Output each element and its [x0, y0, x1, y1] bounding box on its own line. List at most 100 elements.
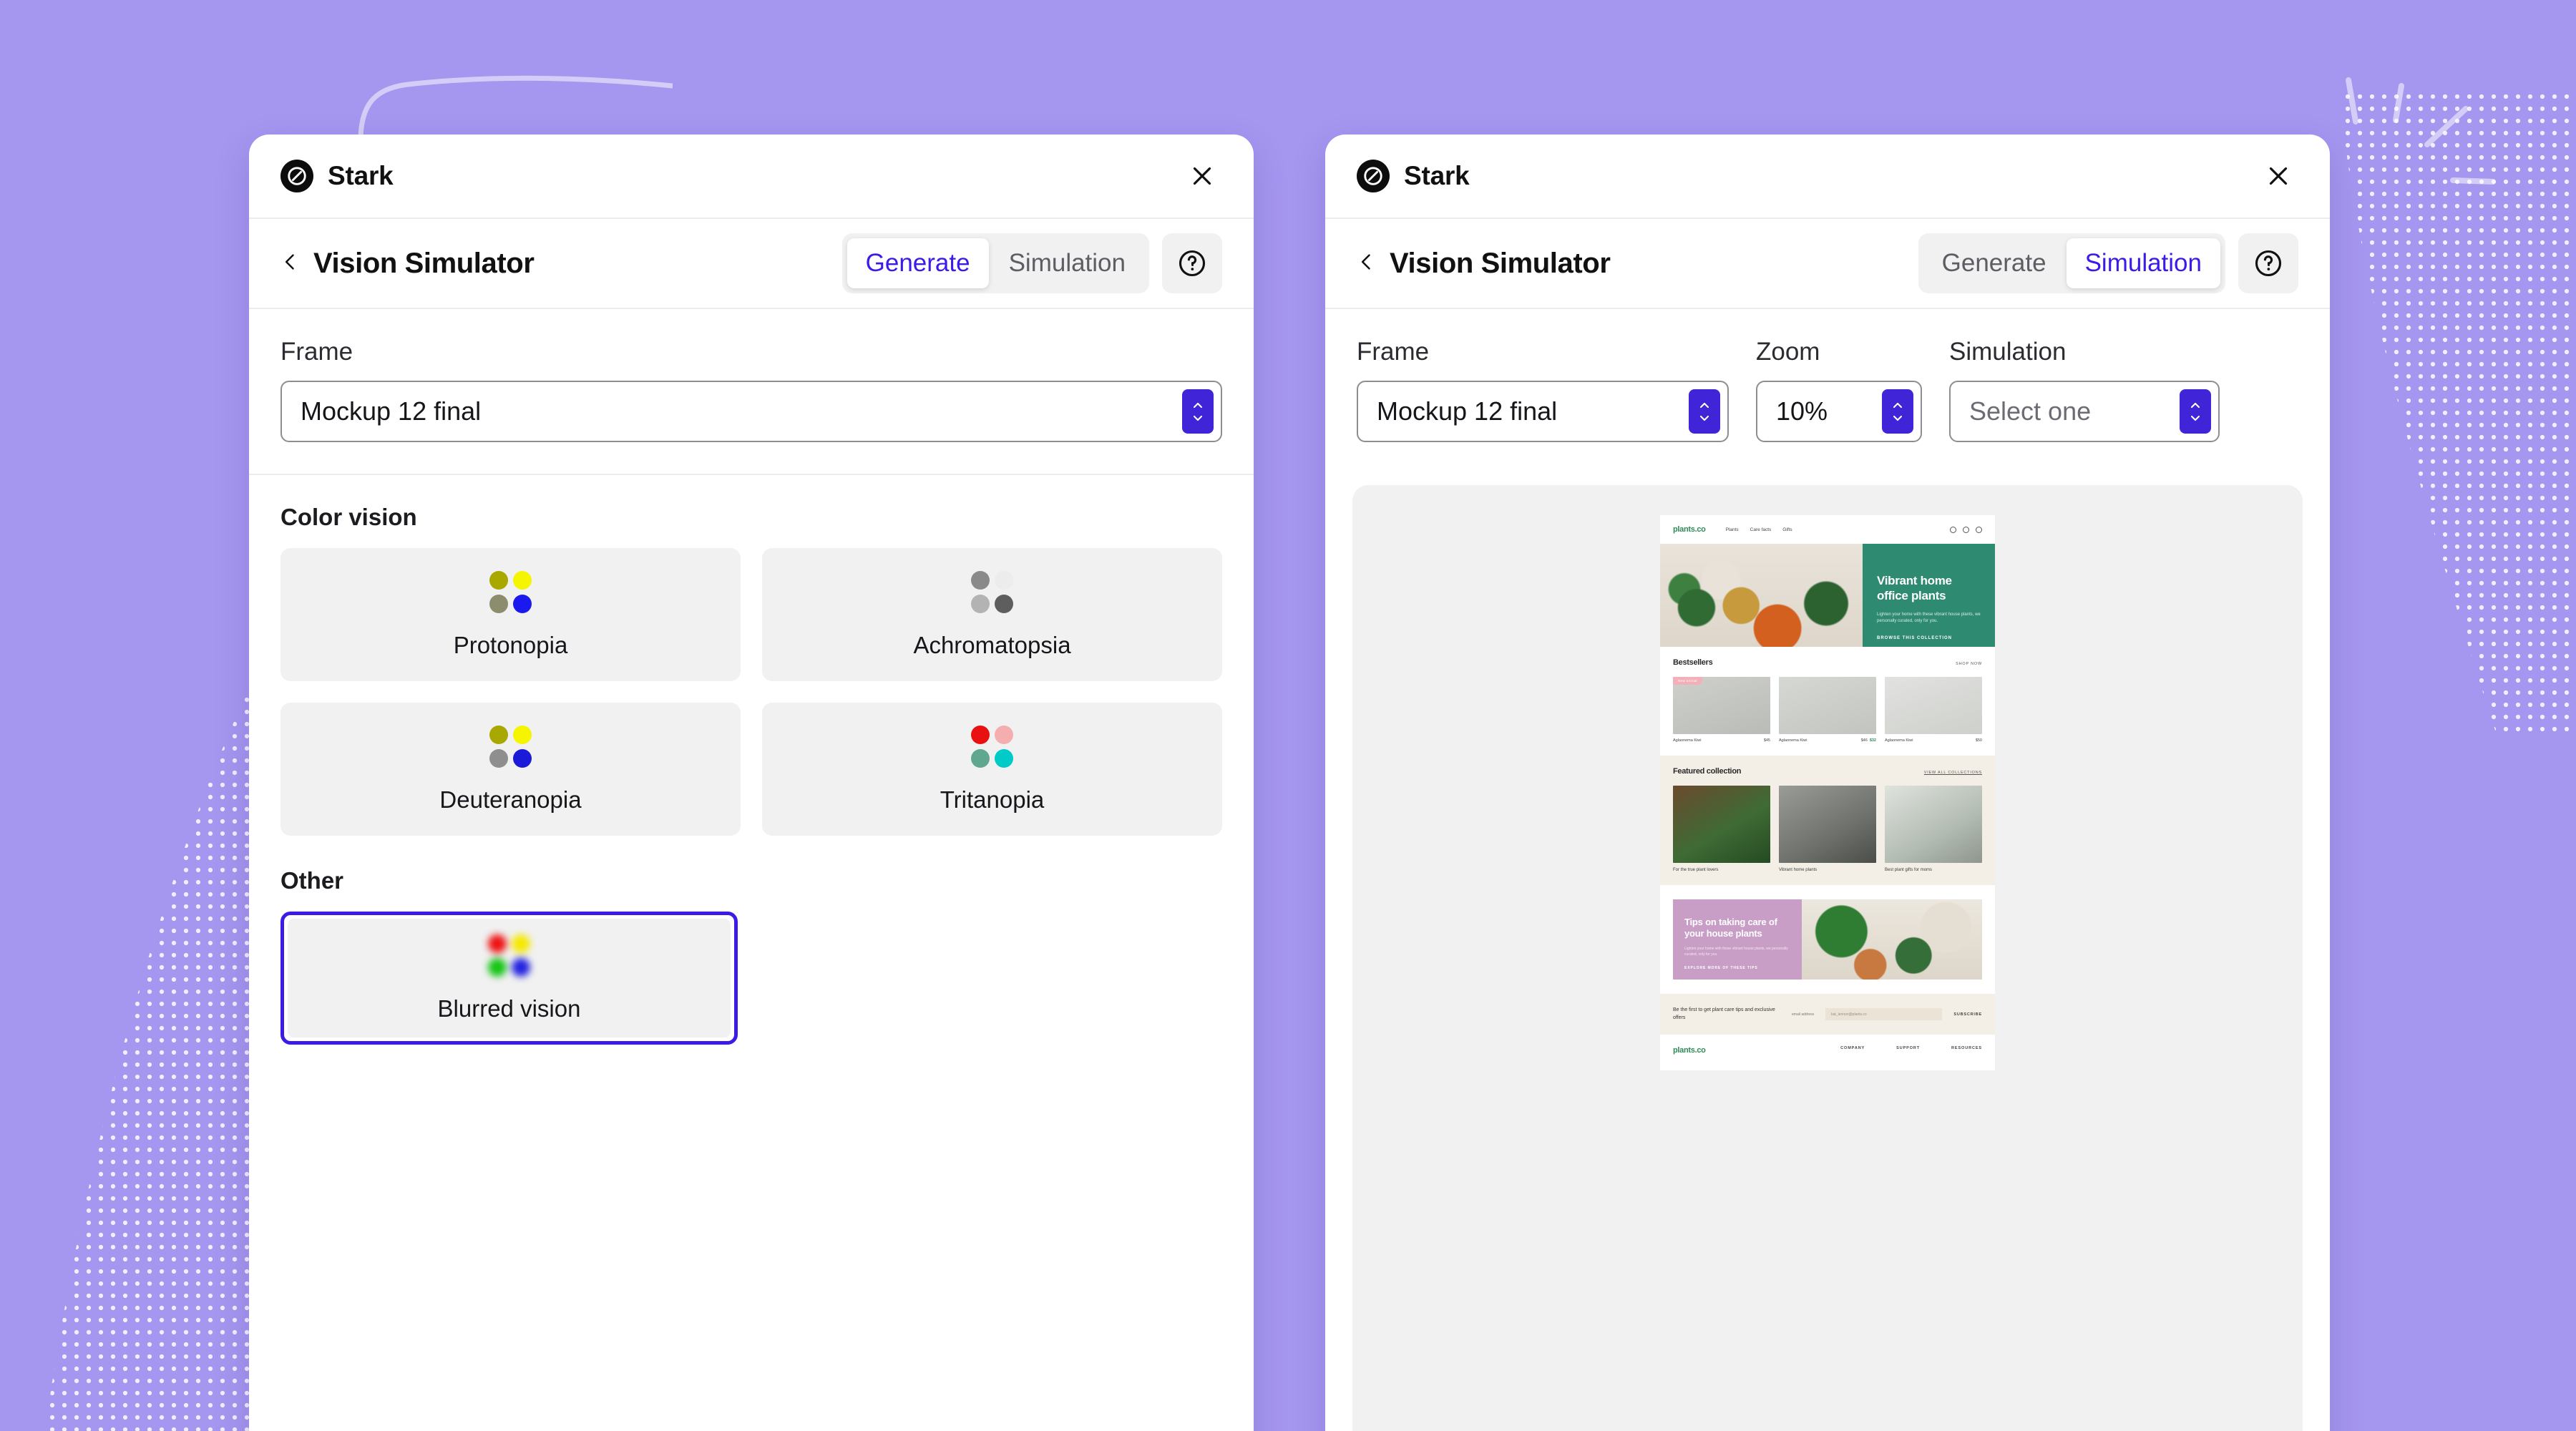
collection-caption: For the true plant lovers [1673, 868, 1719, 872]
collection-card[interactable]: Best plant gifts for moms [1885, 786, 1982, 872]
search-icon[interactable] [1963, 526, 1969, 533]
vision-option-achromatopsia[interactable]: Achromatopsia [762, 548, 1222, 681]
other-section: Other Blurred vision [249, 867, 1254, 1045]
tips-banner: Tips on taking care of your house plants… [1673, 899, 1982, 980]
back-button[interactable]: Vision Simulator [280, 248, 535, 280]
nav-link[interactable]: Care facts [1750, 527, 1772, 532]
featured-title: Featured collection [1673, 767, 1742, 776]
nav-link[interactable]: Gifts [1782, 527, 1792, 532]
tips-panel: Tips on taking care of your house plants… [1673, 899, 1802, 980]
vision-simulator-generate-panel: Stark Vision Simulator Generate Simulati… [249, 135, 1254, 1431]
cart-icon[interactable] [1976, 526, 1982, 533]
dot [489, 594, 508, 613]
color-vision-section: Color vision Protonopia Achromatopsia De… [249, 475, 1254, 867]
collection-caption: Vibrant home plants [1779, 868, 1818, 872]
dot [489, 570, 508, 590]
frame-select[interactable]: Mockup 12 final [1357, 381, 1729, 442]
chevron-left-icon [280, 252, 301, 275]
dot [512, 957, 530, 977]
product-meta: Aglaonema Kiwi $50 [1885, 738, 1982, 743]
tab-generate[interactable]: Generate [1923, 238, 2065, 288]
color-vision-cards: Protonopia Achromatopsia Deuteranopia Tr… [280, 548, 1222, 836]
hero-panel: Vibrant home office plants Lighten your … [1863, 544, 1995, 647]
zoom-select[interactable]: 10% [1756, 381, 1922, 442]
close-icon[interactable] [2258, 156, 2298, 196]
site-logo: plants.co [1673, 525, 1706, 534]
back-button[interactable]: Vision Simulator [1357, 248, 1611, 280]
tab-generate[interactable]: Generate [847, 238, 989, 288]
product-image [1885, 677, 1982, 734]
newsletter-email-input[interactable]: kat_lennon@plants.co [1825, 1008, 1943, 1020]
chevron-up-down-icon[interactable] [1689, 389, 1720, 434]
stark-logo-icon [280, 160, 313, 192]
close-icon[interactable] [1182, 156, 1222, 196]
product-price: $45 [1763, 738, 1770, 743]
chevron-up-down-icon[interactable] [1182, 389, 1214, 434]
tab-simulation[interactable]: Simulation [2066, 238, 2220, 288]
subscribe-button[interactable]: SUBSCRIBE [1953, 1012, 1982, 1017]
achromatopsia-dots-icon [971, 570, 1013, 613]
tritanopia-dots-icon [971, 725, 1013, 768]
nav-link[interactable]: Plants [1726, 527, 1739, 532]
dot [971, 748, 990, 768]
brand: Stark [1357, 160, 1470, 192]
vision-option-tritanopia[interactable]: Tritanopia [762, 703, 1222, 836]
product-meta: Aglaonema Kiwi $46 $32 [1779, 738, 1876, 743]
hero-cta-link[interactable]: BROWSE THIS COLLECTION [1877, 636, 1981, 640]
dot [995, 594, 1013, 613]
product-image: New arrival [1673, 677, 1770, 734]
globe-icon[interactable] [1950, 526, 1956, 533]
bestsellers-header: Bestsellers SHOP NOW [1673, 658, 1982, 667]
blurred-vision-dots-icon [488, 934, 530, 977]
tips-body: Lighten your home with these vibrant hou… [1684, 947, 1788, 957]
featured-grid: For the true plant lovers Vibrant home p… [1673, 786, 1982, 872]
tips-cta-link[interactable]: EXPLORE MORE OF THESE TIPS [1684, 966, 1790, 970]
dot [513, 725, 532, 744]
preview-stage[interactable]: plants.co Plants Care facts Gifts Vibran… [1352, 485, 2303, 1431]
dot [995, 570, 1013, 590]
vision-option-blurred-vision[interactable]: Blurred vision [280, 912, 738, 1045]
vision-option-label: Protonopia [453, 631, 568, 658]
right-toolbar: Vision Simulator Generate Simulation [1325, 219, 2330, 309]
shop-now-link[interactable]: SHOP NOW [1956, 662, 1982, 666]
vision-option-deuteranopia[interactable]: Deuteranopia [280, 703, 741, 836]
product-card[interactable]: Aglaonema Kiwi $50 [1885, 677, 1982, 743]
frame-label: Frame [280, 338, 353, 366]
dot [971, 594, 990, 613]
brand-name: Stark [1404, 161, 1470, 190]
frame-select[interactable]: Mockup 12 final [280, 381, 1222, 442]
chevron-up-down-icon[interactable] [2180, 389, 2211, 434]
product-card[interactable]: New arrival Aglaonema Kiwi $45 [1673, 677, 1770, 743]
simulation-controls: Frame Mockup 12 final Zoom 10% Simulatio… [1325, 309, 2330, 474]
simulation-select[interactable]: Select one [1949, 381, 2220, 442]
product-card[interactable]: Aglaonema Kiwi $46 $32 [1779, 677, 1876, 743]
vision-option-protonopia[interactable]: Protonopia [280, 548, 741, 681]
featured-collection-section: Featured collection VIEW ALL COLLECTIONS… [1660, 756, 1995, 885]
frame-control: Frame Mockup 12 final [1357, 338, 1729, 442]
tab-simulation[interactable]: Simulation [990, 238, 1144, 288]
mockup-preview: plants.co Plants Care facts Gifts Vibran… [1660, 515, 1995, 1070]
product-price: $50 [1975, 738, 1982, 743]
hero-body: Lighten your home with these vibrant hou… [1877, 612, 1981, 624]
site-nav-icons [1950, 526, 1982, 533]
footer-column: SUPPORT [1896, 1046, 1920, 1055]
help-circle-icon[interactable] [1162, 233, 1222, 293]
site-footer: plants.co COMPANY SUPPORT RESOURCES [1660, 1035, 1995, 1070]
collection-card[interactable]: Vibrant home plants [1779, 786, 1876, 872]
tips-heading: Tips on taking care of your house plants [1684, 917, 1777, 939]
simulation-label: Simulation [1949, 338, 2067, 366]
footer-column-title: COMPANY [1840, 1046, 1865, 1050]
color-vision-title: Color vision [280, 504, 417, 530]
footer-column-title: RESOURCES [1951, 1046, 1982, 1050]
protonopia-dots-icon [489, 570, 532, 613]
collection-card[interactable]: For the true plant lovers [1673, 786, 1770, 872]
view-all-collections-link[interactable]: VIEW ALL COLLECTIONS [1924, 771, 1982, 775]
help-circle-icon[interactable] [2238, 233, 2298, 293]
zoom-select-value: 10% [1776, 396, 1828, 426]
tips-section: Tips on taking care of your house plants… [1660, 885, 1995, 994]
product-name: Aglaonema Kiwi [1673, 738, 1702, 743]
other-title: Other [280, 867, 344, 894]
dot [489, 748, 508, 768]
dot [995, 748, 1013, 768]
chevron-up-down-icon[interactable] [1882, 389, 1913, 434]
